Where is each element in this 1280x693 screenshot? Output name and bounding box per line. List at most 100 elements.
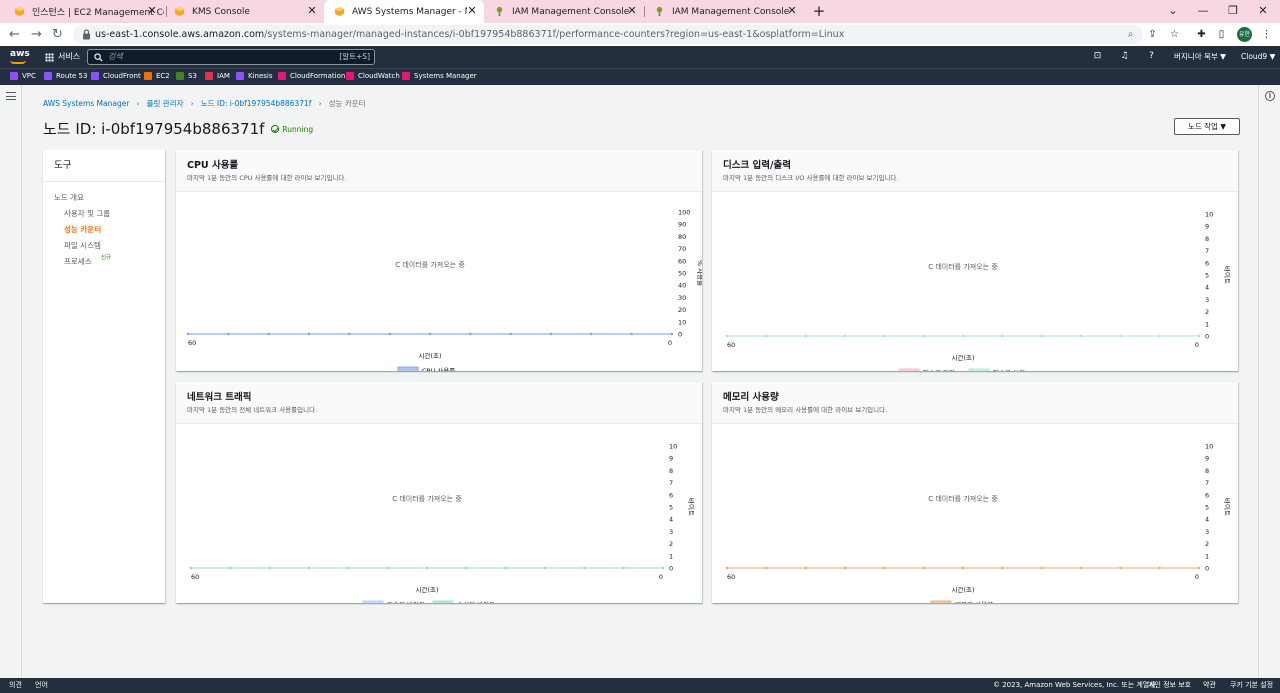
y-tick-label: 40 xyxy=(678,282,686,290)
extensions-icon[interactable]: ✚ xyxy=(1194,27,1209,42)
data-point xyxy=(922,566,925,570)
browser-tab-kms[interactable]: KMS Console ✕ xyxy=(164,0,324,23)
y-tick-label: 4 xyxy=(669,516,673,524)
browser-tab-iam-1[interactable]: IAM Management Console ✕ xyxy=(484,0,644,23)
legend-swatch xyxy=(898,368,920,371)
data-point xyxy=(883,334,886,338)
tool-node-overview[interactable]: 노드 개요 xyxy=(54,193,84,203)
help-icon[interactable]: ? xyxy=(1146,51,1157,62)
side-panel-icon[interactable]: ▯ xyxy=(1214,27,1229,42)
favorite-s3[interactable]: S3 xyxy=(176,72,197,80)
close-tab-icon[interactable]: ✕ xyxy=(786,5,798,17)
address-bar[interactable]: us-east-1.console.aws.amazon.com/systems… xyxy=(73,25,1143,44)
favorite-iam[interactable]: IAM xyxy=(205,72,230,80)
card-header: 네트워크 트래픽 마지막 1분 동안의 전체 네트워크 사용률입니다. xyxy=(176,382,702,424)
search-placeholder: 검색 xyxy=(108,52,123,61)
close-tab-icon[interactable]: ✕ xyxy=(626,5,638,17)
favorite-vpc[interactable]: VPC xyxy=(10,72,36,80)
favorite-cloudwatch[interactable]: CloudWatch xyxy=(346,72,400,80)
close-tab-icon[interactable]: ✕ xyxy=(146,5,158,17)
loading-message: C 데이터를 가져오는 중 xyxy=(928,262,998,271)
card-header: 메모리 사용량 마지막 1분 동안의 메모리 사용률에 대한 라이브 보기입니다… xyxy=(712,382,1238,424)
browser-tab-systems-manager[interactable]: AWS Systems Manager - Manag ✕ xyxy=(324,0,484,23)
new-tab-icon[interactable]: + xyxy=(810,2,828,20)
info-icon[interactable]: i xyxy=(1265,91,1275,101)
card-title: 디스크 입력/출력 xyxy=(723,160,791,171)
data-point xyxy=(1119,566,1122,570)
tool-processes[interactable]: 프로세스 xyxy=(64,257,92,267)
favorite-label: Systems Manager xyxy=(414,72,477,80)
zoom-icon[interactable]: ⌕ xyxy=(1123,27,1138,42)
tool-file-system[interactable]: 파일 시스템 xyxy=(64,241,101,251)
tool-users-and-groups[interactable]: 사용자 및 그룹 xyxy=(64,209,110,219)
breadcrumb-node[interactable]: 노드 ID: i-0bf197954b886371f xyxy=(201,99,312,109)
y-tick-label: 5 xyxy=(1205,272,1209,280)
route53-icon xyxy=(44,72,52,80)
footer-feedback[interactable]: 의견 xyxy=(9,678,22,693)
tab-search-icon[interactable]: ⌄ xyxy=(1163,2,1183,20)
favorite-route53[interactable]: Route 53 xyxy=(44,72,87,80)
bookmark-star-icon[interactable]: ☆ xyxy=(1167,27,1182,42)
data-point xyxy=(804,566,807,570)
breadcrumb-fleet-manager[interactable]: 플릿 관리자 xyxy=(147,99,184,109)
footer-language[interactable]: 언어 xyxy=(35,678,48,693)
y-tick-label: 1 xyxy=(1205,552,1209,560)
back-icon[interactable]: ← xyxy=(6,26,23,43)
favorite-label: Route 53 xyxy=(56,72,88,80)
services-grid-icon[interactable] xyxy=(45,53,54,62)
hamburger-menu-icon[interactable] xyxy=(6,92,16,100)
legend-label: 디스크 쓰기 xyxy=(993,368,1025,371)
services-menu[interactable]: 서비스 xyxy=(58,52,80,62)
data-point xyxy=(961,334,965,338)
footer-cookies[interactable]: 쿠키 기본 설정 xyxy=(1230,678,1273,693)
y-tick-label: 6 xyxy=(669,491,673,499)
legend-swatch xyxy=(362,600,384,603)
data-point xyxy=(961,566,965,570)
favorite-cloudformation[interactable]: CloudFormation xyxy=(278,72,345,80)
loading-message: C 데이터를 가져오는 중 xyxy=(392,494,462,503)
share-icon[interactable]: ⇪ xyxy=(1145,27,1160,42)
aws-logo[interactable]: aws xyxy=(10,49,30,59)
breadcrumb-systems-manager[interactable]: AWS Systems Manager xyxy=(43,99,129,109)
region-selector[interactable]: 버지니아 북부 ▼ xyxy=(1174,52,1226,62)
x-tick-label: 0 xyxy=(1195,573,1199,581)
page-title: 노드 ID: i-0bf197954b886371f xyxy=(43,120,265,138)
chevron-right-icon: › xyxy=(136,99,140,108)
data-point xyxy=(227,332,230,336)
data-point xyxy=(1197,566,1201,570)
browser-tab-ec2[interactable]: 인스턴스 | EC2 Management Co ✕ xyxy=(4,0,164,23)
y-tick-label: 80 xyxy=(678,233,686,241)
forward-icon[interactable]: → xyxy=(28,26,45,43)
y-tick-label: 7 xyxy=(669,479,673,487)
minimize-icon[interactable]: — xyxy=(1193,2,1213,20)
browser-tab-iam-2[interactable]: IAM Management Console ✕ xyxy=(644,0,804,23)
close-tab-icon[interactable]: ✕ xyxy=(466,5,478,17)
title-row: 노드 ID: i-0bf197954b886371f Running xyxy=(43,119,313,139)
favorite-ec2[interactable]: EC2 xyxy=(144,72,170,80)
favorite-cloudfront[interactable]: CloudFront xyxy=(91,72,141,80)
y-tick-label: 4 xyxy=(1205,284,1209,292)
footer-privacy[interactable]: 개인 정보 보호 xyxy=(1148,678,1191,693)
notifications-bell-icon[interactable]: ♫ xyxy=(1119,51,1130,62)
node-actions-button[interactable]: 노드 작업 ▼ xyxy=(1174,118,1240,135)
account-menu[interactable]: Cloud9 ▼ xyxy=(1241,52,1275,62)
chevron-right-icon: › xyxy=(190,99,194,108)
data-point xyxy=(725,334,729,338)
close-window-icon[interactable]: ✕ xyxy=(1253,2,1273,20)
cloudshell-icon[interactable]: ⊡ xyxy=(1092,51,1103,62)
menu-kebab-icon[interactable]: ⋮ xyxy=(1259,27,1274,42)
reload-icon[interactable]: ↻ xyxy=(49,26,66,43)
close-tab-icon[interactable]: ✕ xyxy=(306,5,318,17)
y-tick-label: 5 xyxy=(669,504,673,512)
favorite-kinesis[interactable]: Kinesis xyxy=(236,72,273,80)
restore-icon[interactable]: ❐ xyxy=(1223,2,1243,20)
console-search-input[interactable]: 검색 [알트+S] xyxy=(87,49,375,65)
data-point xyxy=(307,566,311,570)
y-tick-label: 3 xyxy=(669,528,673,536)
profile-avatar[interactable]: 유한 xyxy=(1237,27,1252,42)
tool-performance-counters[interactable]: 성능 카운터 xyxy=(64,225,101,235)
favorite-systems-manager[interactable]: Systems Manager xyxy=(402,72,477,80)
card-description: 마지막 1분 동안의 전체 네트워크 사용률입니다. xyxy=(187,406,318,414)
footer-terms[interactable]: 약관 xyxy=(1203,678,1216,693)
url-text: us-east-1.console.aws.amazon.com/systems… xyxy=(95,29,844,40)
